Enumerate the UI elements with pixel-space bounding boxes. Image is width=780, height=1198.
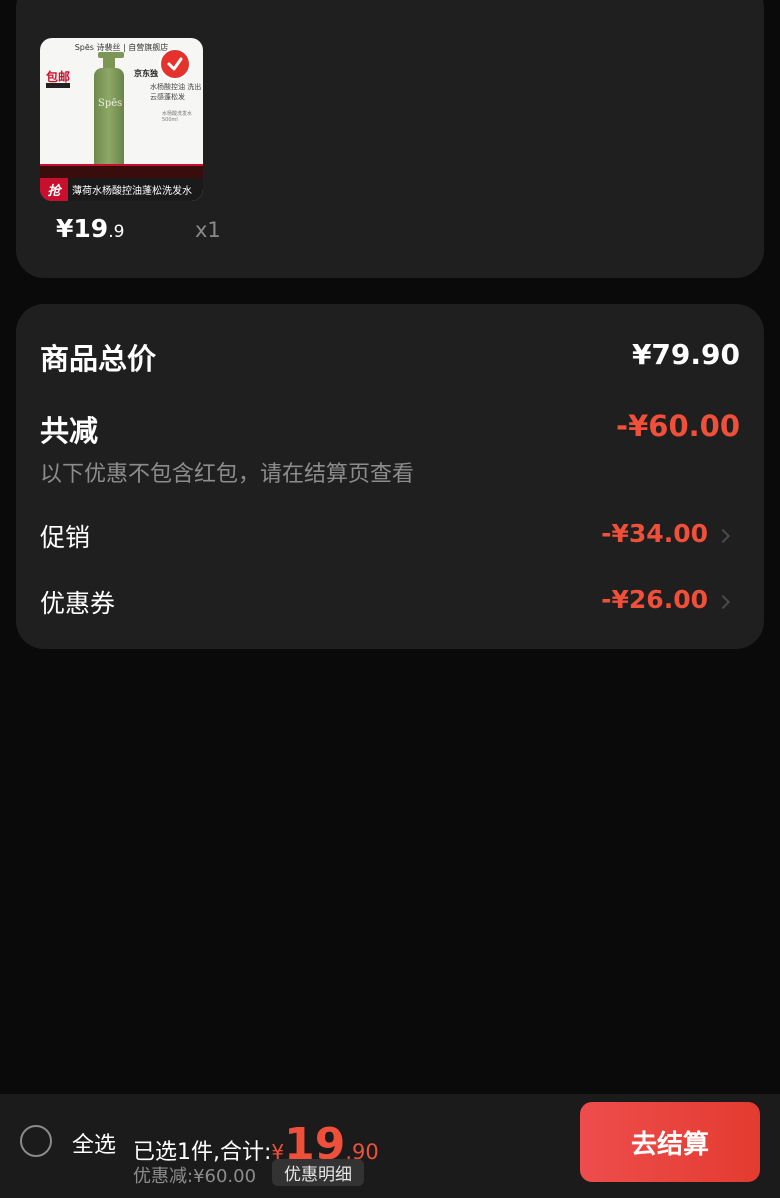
thumbnail-banner-text: 薄荷水杨酸控油蓬松洗发水 (72, 186, 192, 197)
bottle-label: Spēs (98, 98, 123, 109)
promotion-value[interactable]: -¥34.00 (601, 519, 708, 548)
thumbnail-tag-secondary: 水杨酸控油 洗出云感蓬松发 (150, 83, 202, 101)
checkout-button[interactable]: 去结算 (580, 1102, 760, 1182)
coupon-label: 优惠券 (40, 589, 116, 618)
grab-badge: 抢 (40, 178, 68, 201)
total-reduction-label: 共减 (40, 414, 99, 448)
product-bottle-image (94, 68, 124, 176)
item-quantity: x1 (195, 218, 221, 242)
discount-amount: 优惠减:¥60.00 (133, 1166, 257, 1187)
price-summary-card: 商品总价 ¥79.90 共减 -¥60.00 以下优惠不包含红包，请在结算页查看… (16, 304, 764, 649)
thumbnail-tag-primary: 京东独 (134, 69, 158, 78)
red-packet-hint: 以下优惠不包含红包，请在结算页查看 (40, 462, 415, 487)
promotion-label: 促销 (40, 523, 91, 552)
item-price-symbol: ¥ (56, 214, 74, 243)
thumbnail-tag-tiny: 水杨酸洗发水 500ml (162, 111, 193, 123)
coupon-value[interactable]: -¥26.00 (601, 585, 708, 614)
total-reduction-value: -¥60.00 (616, 409, 740, 443)
select-all-radio[interactable] (20, 1125, 52, 1157)
free-shipping-bar (46, 83, 70, 88)
total-price-label: 商品总价 (40, 342, 157, 376)
item-price-integer: 19 (73, 214, 109, 243)
total-price-value: ¥79.90 (631, 338, 740, 371)
checkmark-icon (167, 57, 183, 71)
cart-item-card: Spēs 诗裴丝 | 自营旗舰店 包邮 Spēs 京东独 水杨酸控油 洗出云感蓬… (16, 0, 764, 278)
chevron-right-icon[interactable] (715, 594, 731, 610)
item-selected-checkbox[interactable] (159, 48, 191, 80)
item-price: ¥19.9 (56, 214, 124, 243)
chevron-right-icon[interactable] (715, 528, 731, 544)
discount-detail-button[interactable]: 优惠明细 (272, 1159, 364, 1186)
item-price-decimal: .9 (108, 222, 125, 242)
checkout-bar: 全选 已选1件,合计: ¥ 19 .90 优惠减:¥60.00 优惠明细 去结算 (0, 1094, 780, 1198)
select-all-label[interactable]: 全选 (72, 1127, 116, 1159)
thumbnail-banner-stripe (40, 164, 203, 178)
thumbnail-banner: 抢 薄荷水杨酸控油蓬松洗发水 (40, 178, 203, 201)
